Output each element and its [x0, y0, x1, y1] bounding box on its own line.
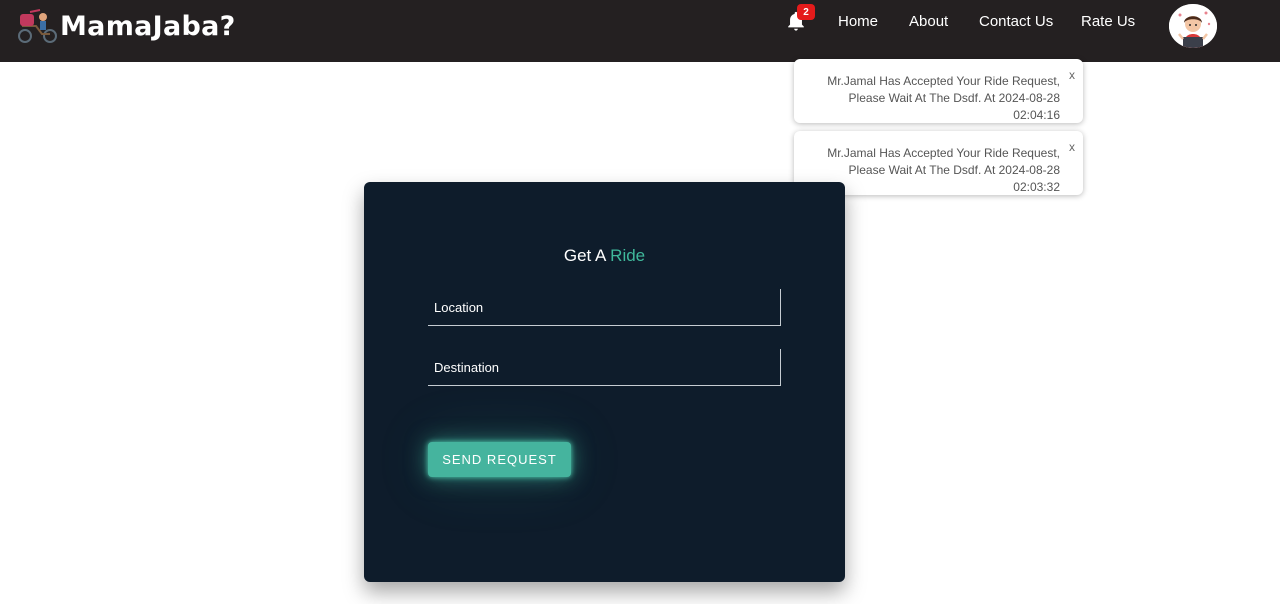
- card-title: Get A Ride: [364, 246, 845, 266]
- destination-input[interactable]: [428, 349, 780, 385]
- notification-card: Mr.Jamal Has Accepted Your Ride Request,…: [794, 59, 1083, 123]
- notification-close-button[interactable]: x: [1069, 140, 1075, 154]
- brand-name: MamaJaba?: [60, 10, 236, 42]
- profile-avatar-button[interactable]: [1169, 4, 1217, 48]
- card-title-prefix: Get A: [563, 246, 606, 265]
- rickshaw-logo-icon: [16, 8, 58, 44]
- notification-message: Mr.Jamal Has Accepted Your Ride Request,…: [827, 74, 1060, 122]
- destination-field-wrapper: [428, 349, 781, 386]
- nav-link-about[interactable]: About: [909, 13, 948, 31]
- send-request-button[interactable]: SEND REQUEST: [428, 442, 571, 477]
- ride-request-card: Get A Ride SEND REQUEST: [364, 182, 845, 582]
- nav-link-home[interactable]: Home: [838, 13, 878, 31]
- location-field-wrapper: [428, 289, 781, 326]
- user-avatar-icon: [1169, 4, 1217, 48]
- navbar: MamaJaba? 2 Home About Contact Us Rate U…: [0, 0, 1280, 62]
- notification-close-button[interactable]: x: [1069, 68, 1075, 82]
- notification-count-badge: 2: [797, 4, 815, 20]
- nav-link-contact-us[interactable]: Contact Us: [979, 13, 1053, 31]
- nav-link-rate-us[interactable]: Rate Us: [1081, 13, 1135, 31]
- card-title-accent: Ride: [610, 246, 646, 265]
- brand[interactable]: MamaJaba?: [16, 8, 236, 44]
- location-input[interactable]: [428, 289, 780, 325]
